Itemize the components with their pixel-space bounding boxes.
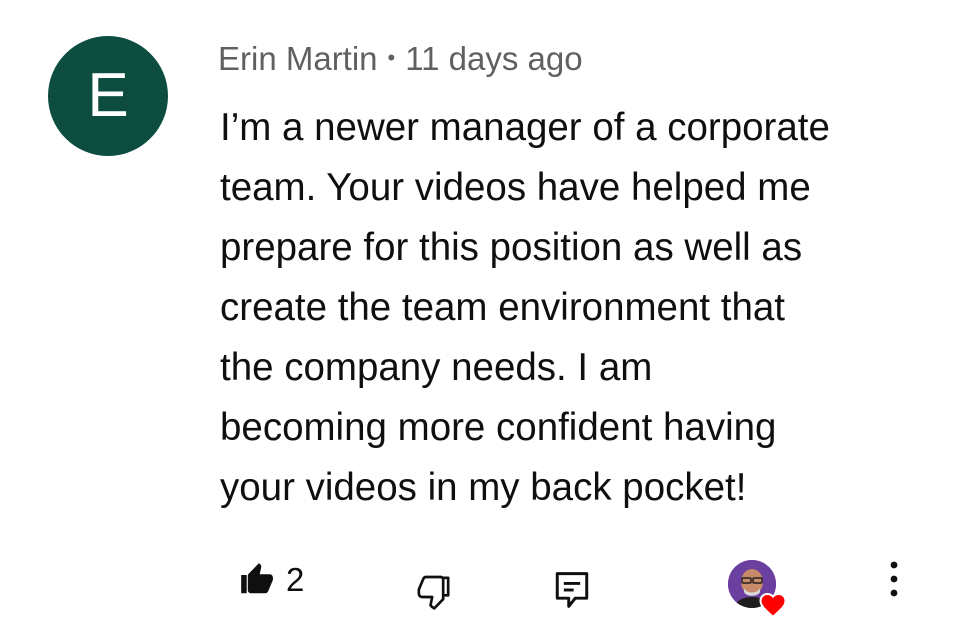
like-button[interactable]: 2 bbox=[238, 560, 304, 598]
author-avatar[interactable]: E bbox=[48, 36, 168, 156]
comment-header: Erin Martin • 11 days ago bbox=[218, 36, 583, 81]
dislike-button[interactable] bbox=[414, 572, 454, 612]
comment-text: I’m a newer manager of a corporate team.… bbox=[220, 106, 830, 509]
thumbs-up-filled-icon bbox=[238, 560, 276, 598]
heart-icon bbox=[758, 590, 788, 618]
more-actions-button[interactable] bbox=[882, 558, 906, 600]
more-vertical-icon bbox=[882, 558, 906, 600]
creator-heart[interactable] bbox=[728, 560, 792, 624]
comment-action-bar: 2 bbox=[0, 550, 960, 620]
meta-separator: • bbox=[387, 45, 396, 70]
author-name[interactable]: Erin Martin bbox=[218, 40, 378, 77]
reply-button[interactable] bbox=[554, 570, 590, 610]
avatar-letter: E bbox=[87, 61, 129, 130]
like-count: 2 bbox=[286, 560, 305, 598]
reply-comment-icon bbox=[554, 570, 590, 610]
comment-thread-item: E Erin Martin • 11 days ago I’m a newer ma… bbox=[0, 0, 960, 644]
comment-timestamp[interactable]: 11 days ago bbox=[405, 40, 582, 77]
thumbs-down-icon bbox=[414, 572, 454, 612]
